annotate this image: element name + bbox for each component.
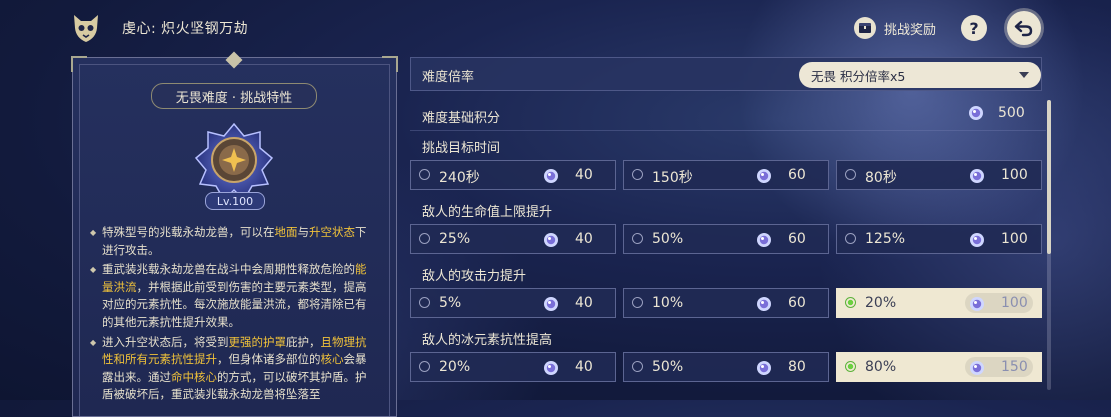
option-3-2[interactable]: 80% 150 <box>836 352 1042 382</box>
options-panel: 难度倍率 无畏 积分倍率x5 难度基础积分 500 挑战目标时间 240秒 40 15… <box>410 57 1046 400</box>
option-2-0[interactable]: 5% 40 <box>410 288 616 318</box>
traits-description: 特殊型号的兆载永劫龙兽，可以在地面与升空状态下进行攻击。 重武装兆载永劫龙兽在战… <box>90 224 372 406</box>
option-label: 20% <box>865 295 897 311</box>
option-1-1[interactable]: 50% 60 <box>623 224 829 254</box>
trait-item: 特殊型号的兆载永劫龙兽，可以在地面与升空状态下进行攻击。 <box>90 224 372 259</box>
gem-point-icon <box>544 297 558 311</box>
gem-point-icon <box>970 169 984 183</box>
radio-icon[interactable] <box>419 169 430 180</box>
gem-point-icon <box>969 106 983 120</box>
help-button[interactable]: ? <box>961 15 987 41</box>
difficulty-label: 难度倍率 <box>422 70 475 85</box>
difficulty-dropdown-value: 无畏 积分倍率x5 <box>811 68 906 84</box>
option-points: 60 <box>788 295 806 311</box>
option-label: 25% <box>439 231 471 247</box>
radio-icon[interactable] <box>845 361 856 372</box>
option-0-1[interactable]: 150秒 60 <box>623 160 829 190</box>
gem-point-icon <box>970 233 984 247</box>
divider <box>410 130 1046 131</box>
cat-mask-logo-icon <box>74 15 98 42</box>
option-label: 150秒 <box>652 170 693 186</box>
radio-icon[interactable] <box>632 297 643 308</box>
base-score: 500 <box>968 105 1025 121</box>
option-points: 40 <box>575 231 593 247</box>
radio-icon[interactable] <box>632 233 643 244</box>
option-3-0[interactable]: 20% 40 <box>410 352 616 382</box>
gem-point-icon <box>757 233 771 247</box>
gem-point-icon <box>544 169 558 183</box>
scrollbar[interactable] <box>1047 100 1051 390</box>
option-points: 40 <box>575 295 593 311</box>
top-bar: 虔心: 炽火坚钢万劫 挑战奖励 ? <box>0 0 1111 56</box>
difficulty-row: 难度倍率 无畏 积分倍率x5 <box>410 57 1042 91</box>
help-icon: ? <box>969 18 979 38</box>
section-title: 敌人的冰元素抗性提高 <box>422 333 553 348</box>
option-points: 40 <box>575 167 593 183</box>
back-button[interactable] <box>1007 11 1041 45</box>
reward-chest-icon <box>854 17 876 39</box>
trait-item: 重武装兆载永劫龙兽在战斗中会周期性释放危险的能量洪流，并根据此前受到伤害的主要元… <box>90 261 372 331</box>
section-title: 挑战目标时间 <box>422 141 501 156</box>
back-arrow-icon <box>1014 20 1033 37</box>
option-points: 60 <box>788 231 806 247</box>
option-points: 150 <box>1001 359 1028 375</box>
base-score-value: 500 <box>998 105 1025 121</box>
option-points: 40 <box>575 359 593 375</box>
section-title: 敌人的攻击力提升 <box>422 269 527 284</box>
radio-icon[interactable] <box>845 233 856 244</box>
radio-icon[interactable] <box>845 297 856 308</box>
radio-icon[interactable] <box>632 169 643 180</box>
option-2-1[interactable]: 10% 60 <box>623 288 829 318</box>
boss-emblem-icon <box>194 122 274 202</box>
option-0-0[interactable]: 240秒 40 <box>410 160 616 190</box>
option-1-2[interactable]: 125% 100 <box>836 224 1042 254</box>
option-points: 100 <box>1001 295 1028 311</box>
option-label: 20% <box>439 359 471 375</box>
traits-tag: 无畏难度 · 挑战特性 <box>151 83 317 109</box>
gem-point-icon <box>757 297 771 311</box>
option-label: 50% <box>652 359 684 375</box>
option-label: 240秒 <box>439 170 480 186</box>
gem-point-icon <box>757 361 771 375</box>
section-title: 敌人的生命值上限提升 <box>422 205 553 220</box>
radio-icon[interactable] <box>419 297 430 308</box>
radio-icon[interactable] <box>419 233 430 244</box>
gem-point-icon <box>544 361 558 375</box>
option-label: 80% <box>865 359 897 375</box>
option-points: 100 <box>1001 167 1028 183</box>
challenge-traits-panel: 无畏难度 · 挑战特性 Lv.100 特殊型号的兆载永劫龙兽，可以在地面与升空状… <box>71 51 398 417</box>
chevron-down-icon <box>1019 72 1029 78</box>
difficulty-dropdown[interactable]: 无畏 积分倍率x5 <box>799 62 1041 88</box>
level-badge: Lv.100 <box>205 192 265 210</box>
option-label: 10% <box>652 295 684 311</box>
radio-icon[interactable] <box>845 169 856 180</box>
option-label: 125% <box>865 231 906 247</box>
option-label: 80秒 <box>865 170 897 186</box>
base-score-label: 难度基础积分 <box>422 111 501 126</box>
option-3-1[interactable]: 50% 80 <box>623 352 829 382</box>
page-title: 虔心: 炽火坚钢万劫 <box>122 21 249 37</box>
option-label: 5% <box>439 295 462 311</box>
gem-point-icon <box>970 361 984 375</box>
gem-point-icon <box>970 297 984 311</box>
option-points: 80 <box>788 359 806 375</box>
challenge-reward-button[interactable]: 挑战奖励 <box>854 16 936 40</box>
option-0-2[interactable]: 80秒 100 <box>836 160 1042 190</box>
radio-icon[interactable] <box>632 361 643 372</box>
gem-point-icon <box>544 233 558 247</box>
trait-item: 进入升空状态后，将受到更强的护罩庇护，且物理抗性和所有元素抗性提升，但身体诸多部… <box>90 334 372 404</box>
scrollbar-thumb[interactable] <box>1047 100 1051 254</box>
panel-corner <box>71 56 87 72</box>
option-points: 100 <box>1001 231 1028 247</box>
option-1-0[interactable]: 25% 40 <box>410 224 616 254</box>
option-label: 50% <box>652 231 684 247</box>
panel-corner <box>382 56 398 72</box>
challenge-reward-label: 挑战奖励 <box>884 22 937 38</box>
gem-point-icon <box>757 169 771 183</box>
option-2-2[interactable]: 20% 100 <box>836 288 1042 318</box>
radio-icon[interactable] <box>419 361 430 372</box>
option-points: 60 <box>788 167 806 183</box>
